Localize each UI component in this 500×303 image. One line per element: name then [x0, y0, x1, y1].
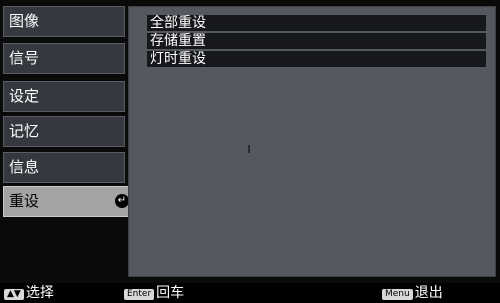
- option-lamp-hours-reset[interactable]: 灯时重设: [147, 51, 486, 67]
- hint-exit-label: 退出: [414, 285, 443, 301]
- main-menu: 图像 信号 设定 记忆 信息 重设 ↵: [0, 0, 136, 283]
- hint-enter: Enter 回车: [124, 283, 184, 303]
- cursor-mark: [248, 145, 250, 153]
- menu-item-signal[interactable]: 信号: [3, 43, 125, 74]
- menu-item-memory[interactable]: 记忆: [3, 116, 125, 147]
- option-label: 灯时重设: [150, 51, 206, 67]
- reset-submenu-panel: 全部重设 存储重置 灯时重设: [128, 6, 496, 277]
- option-reset-all[interactable]: 全部重设: [147, 15, 486, 31]
- menu-item-label: 图像: [9, 12, 40, 30]
- menu-item-reset[interactable]: 重设 ↵: [3, 186, 136, 217]
- up-down-key-icon: ▲▼: [4, 289, 24, 300]
- menu-item-settings[interactable]: 设定: [3, 81, 125, 112]
- enter-key-icon: Enter: [124, 289, 155, 300]
- hint-select: ▲▼ 选择: [4, 283, 54, 303]
- option-label: 存储重置: [150, 33, 206, 49]
- option-memory-reset[interactable]: 存储重置: [147, 33, 486, 49]
- hint-enter-label: 回车: [156, 285, 185, 301]
- menu-key-icon: Menu: [382, 289, 413, 300]
- menu-item-label: 信息: [9, 158, 40, 176]
- help-bar: ▲▼ 选择 Enter 回车 Menu 退出: [0, 283, 500, 303]
- menu-item-image[interactable]: 图像: [3, 6, 125, 37]
- menu-item-label: 信号: [9, 49, 40, 67]
- menu-item-label: 重设: [9, 192, 40, 210]
- osd-frame: 图像 信号 设定 记忆 信息 重设 ↵ 全部重设 存储重置 灯时重设: [0, 0, 500, 283]
- hint-select-label: 选择: [25, 285, 54, 301]
- menu-item-label: 设定: [9, 87, 40, 105]
- enter-icon: ↵: [115, 194, 129, 208]
- menu-item-info[interactable]: 信息: [3, 152, 125, 183]
- hint-exit: Menu 退出: [382, 283, 443, 303]
- option-label: 全部重设: [150, 15, 206, 31]
- menu-item-label: 记忆: [9, 122, 40, 140]
